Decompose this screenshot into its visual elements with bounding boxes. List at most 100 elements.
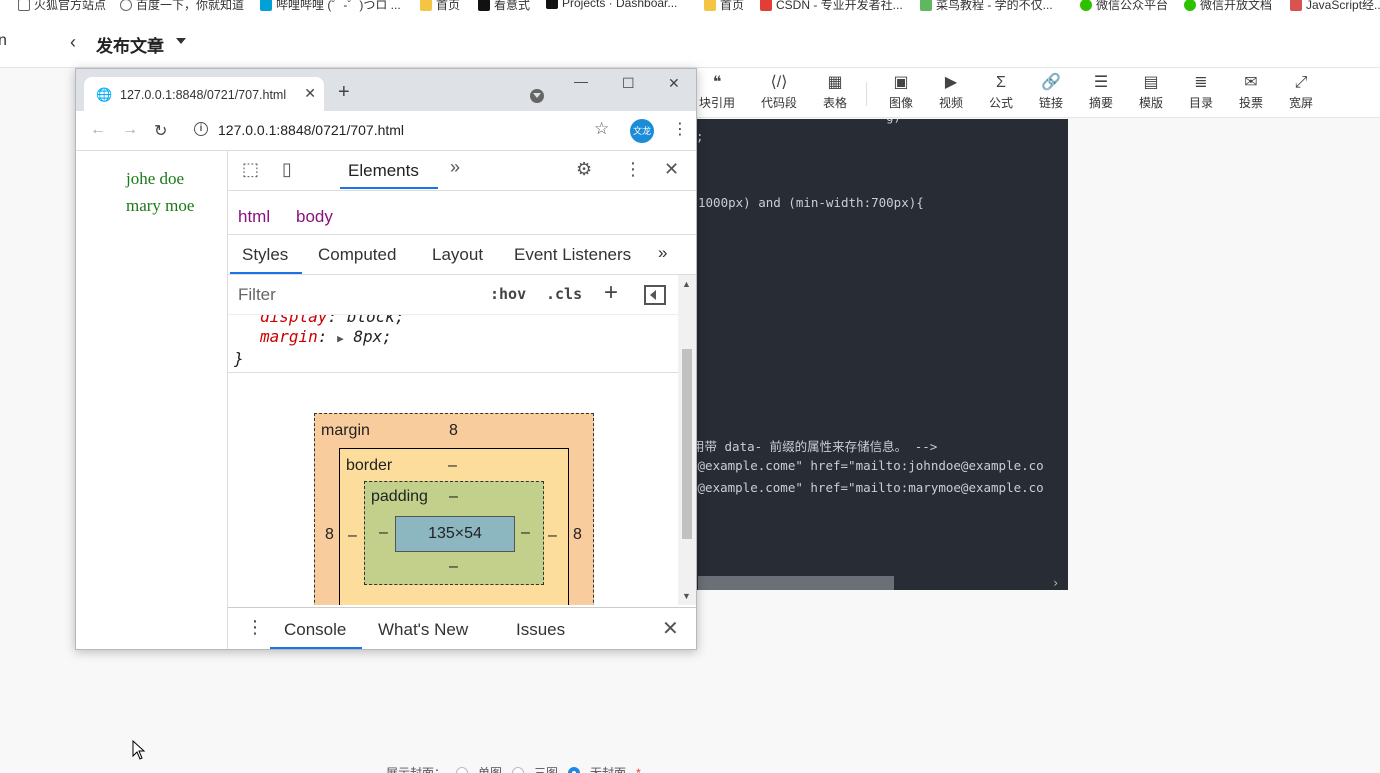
scroll-right-icon[interactable]: ›	[1052, 576, 1064, 590]
box-model-border[interactable]: border – – – – padding – – – – 135×54	[339, 448, 569, 605]
toolbar-summary-button[interactable]: ☰ 摘要	[1076, 72, 1126, 111]
filter-input[interactable]: Filter	[238, 285, 276, 305]
toolbar-template-button[interactable]: ▤ 模版	[1126, 72, 1176, 111]
tab-console[interactable]: Console	[284, 620, 346, 640]
margin-left-value[interactable]: 8	[325, 526, 334, 544]
padding-right-value[interactable]: –	[521, 524, 530, 542]
bookmark-item[interactable]: 火狐官方站点	[18, 0, 106, 12]
toolbar-formula-button[interactable]: Σ 公式	[976, 72, 1026, 111]
rule-close-brace: }	[234, 349, 244, 368]
close-devtools-icon[interactable]: ✕	[664, 159, 679, 180]
browser-menu-icon[interactable]: ⋮	[672, 119, 688, 139]
tab-issues[interactable]: Issues	[516, 620, 565, 640]
border-top-value[interactable]: –	[448, 457, 457, 475]
margin-top-value[interactable]: 8	[449, 422, 458, 440]
scroll-up-icon[interactable]: ▲	[682, 279, 691, 289]
tab-search-icon[interactable]	[530, 89, 544, 103]
new-rule-icon[interactable]: +	[604, 279, 618, 307]
maximize-icon[interactable]: ☐	[622, 75, 635, 92]
contact-link[interactable]: mary moe	[126, 196, 194, 216]
radio-none[interactable]	[568, 766, 581, 773]
padding-left-value[interactable]: –	[379, 524, 388, 542]
tab-event-listeners[interactable]: Event Listeners	[514, 245, 631, 265]
code-line: g)	[886, 119, 901, 124]
border-right-value[interactable]: –	[548, 527, 557, 545]
rule-margin[interactable]: margin: ▶ 8px;	[260, 327, 392, 346]
new-tab-button[interactable]: +	[338, 81, 350, 104]
tab-strip: 🌐 127.0.0.1:8848/0721/707.html ✕ + — ☐ ✕	[76, 69, 696, 111]
tab-layout[interactable]: Layout	[432, 245, 483, 265]
tab-whats-new[interactable]: What's New	[378, 620, 468, 640]
contact-link[interactable]: johe doe	[126, 169, 184, 189]
padding-top-value[interactable]: –	[449, 488, 458, 506]
forward-icon[interactable]: →	[122, 121, 138, 139]
settings-gear-icon[interactable]: ⚙	[576, 159, 592, 180]
toolbar-widescreen-button[interactable]: ⤢ 宽屏	[1276, 72, 1326, 111]
breadcrumb-html[interactable]: html	[238, 207, 270, 227]
bookmark-item[interactable]: CSDN - 专业开发者社...	[760, 0, 903, 12]
bookmark-star-icon[interactable]: ☆	[594, 119, 609, 139]
bookmark-item[interactable]: JavaScript经...	[1290, 0, 1380, 12]
styles-scrollbar[interactable]: ▲ ▼	[678, 275, 696, 605]
toolbar-divider	[866, 82, 867, 106]
close-window-icon[interactable]: ✕	[668, 75, 680, 92]
rule-display: display: block;	[260, 315, 405, 326]
bookmark-item[interactable]: 首页	[704, 0, 744, 12]
bookmark-item[interactable]: Projects · Dashboar...	[546, 0, 677, 10]
caret-down-icon[interactable]	[176, 38, 186, 44]
more-tabs-icon[interactable]: »	[450, 157, 460, 178]
box-model-margin[interactable]: margin 8 8 8 border – – – – padding – – …	[314, 413, 594, 605]
back-chevron-icon[interactable]: ‹	[70, 32, 76, 53]
toolbar-video-button[interactable]: ▶ 视频	[926, 72, 976, 111]
border-left-value[interactable]: –	[348, 527, 357, 545]
reload-icon[interactable]: ↻	[154, 121, 167, 141]
close-drawer-icon[interactable]: ✕	[662, 616, 679, 641]
bookmark-item[interactable]: 菜鸟教程 - 学的不仅...	[920, 0, 1053, 12]
toolbar-link-button[interactable]: 🔗 链接	[1026, 72, 1076, 111]
code-editor-panel[interactable]: g) ; 1000px) and (min-width:700px){ 用带 d…	[690, 119, 1068, 590]
breadcrumb: html body	[228, 199, 696, 235]
toolbar-vote-button[interactable]: ✉ 投票	[1226, 72, 1276, 111]
minimize-icon[interactable]: —	[574, 73, 588, 89]
toolbar-toc-button[interactable]: ≣ 目录	[1176, 72, 1226, 111]
radio-triple[interactable]	[512, 766, 525, 773]
tab-elements[interactable]: Elements	[348, 161, 419, 181]
box-model-padding[interactable]: padding – – – – 135×54	[364, 481, 544, 585]
devtools-menu-icon[interactable]: ⋮	[624, 159, 642, 180]
toolbar-table-button[interactable]: ▦ 表格	[810, 72, 860, 111]
bookmark-item[interactable]: 首页	[420, 0, 460, 12]
toolbar-code-button[interactable]: ⟨/⟩ 代码段	[754, 72, 804, 111]
cls-toggle[interactable]: .cls	[546, 285, 582, 303]
bookmark-item[interactable]: 微信公众平台	[1080, 0, 1168, 12]
box-model-content[interactable]: 135×54	[395, 516, 515, 552]
device-toolbar-icon[interactable]: ▯	[282, 159, 292, 180]
extension-avatar[interactable]: 文龙	[630, 119, 654, 143]
close-tab-icon[interactable]: ✕	[304, 85, 316, 102]
scrollbar-thumb[interactable]	[682, 349, 692, 539]
url-field[interactable]: 127.0.0.1:8848/0721/707.html	[218, 122, 404, 138]
toggle-sidebar-icon[interactable]	[644, 285, 666, 305]
bookmark-item[interactable]: 微信开放文档	[1184, 0, 1272, 12]
toolbar-image-button[interactable]: ▣ 图像	[876, 72, 926, 111]
padding-bottom-value[interactable]: –	[449, 558, 458, 576]
breadcrumb-body[interactable]: body	[296, 207, 333, 227]
bookmark-item[interactable]: 百度一下，你就知道	[120, 0, 244, 12]
back-icon[interactable]: ←	[90, 121, 106, 139]
active-subtab-indicator	[230, 272, 302, 274]
browser-tab[interactable]: 🌐 127.0.0.1:8848/0721/707.html ✕	[84, 77, 324, 111]
toolbar-quote-button[interactable]: ❝ 块引用	[692, 72, 742, 111]
hov-toggle[interactable]: :hov	[490, 285, 526, 303]
radio-single[interactable]	[456, 766, 469, 773]
bookmark-item[interactable]: 看意式	[478, 0, 530, 12]
horizontal-scrollbar[interactable]	[698, 576, 894, 590]
quote-icon: ❝	[712, 74, 722, 91]
scroll-down-icon[interactable]: ▼	[682, 591, 691, 601]
drawer-menu-icon[interactable]: ⋮	[246, 617, 264, 638]
inspect-element-icon[interactable]: ⬚	[242, 159, 259, 180]
margin-right-value[interactable]: 8	[573, 526, 582, 544]
tab-styles[interactable]: Styles	[242, 245, 288, 265]
tab-computed[interactable]: Computed	[318, 245, 396, 265]
more-subtabs-icon[interactable]: »	[658, 243, 667, 263]
bookmark-item[interactable]: 哔哩哔哩 (゜-゜)つロ ...	[260, 0, 401, 12]
site-info-icon[interactable]: i	[194, 122, 208, 136]
